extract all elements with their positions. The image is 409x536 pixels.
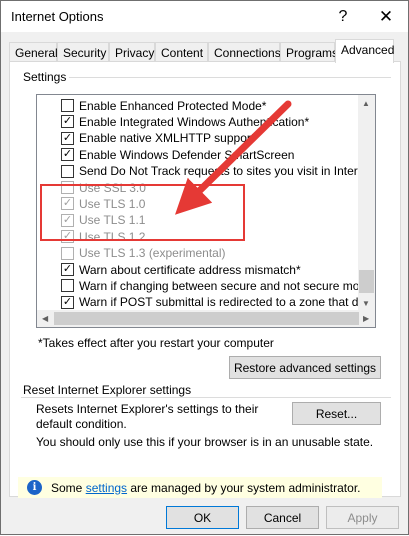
tab-programs[interactable]: Programs xyxy=(280,42,338,62)
setting-checkbox[interactable] xyxy=(61,99,74,112)
window-title: Internet Options xyxy=(11,9,104,24)
setting-label: Use TLS 1.1 xyxy=(79,213,146,228)
setting-label: Enable Integrated Windows Authentication… xyxy=(79,114,310,129)
infobar-suffix: are managed by your system administrator… xyxy=(127,480,361,495)
setting-checkbox[interactable]: ✓ xyxy=(61,115,74,129)
restore-advanced-settings-button[interactable]: Restore advanced settings xyxy=(229,356,381,379)
horizontal-scrollbar[interactable]: ◀ ▶ xyxy=(37,310,375,327)
setting-label: Warn if POST submittal is redirected to … xyxy=(79,295,376,310)
setting-row[interactable]: Enable Enhanced Protected Mode* xyxy=(61,97,266,114)
setting-label: Use SSL 3.0 xyxy=(79,180,146,195)
setting-label: Enable native XMLHTTP support xyxy=(79,131,255,146)
setting-checkbox[interactable] xyxy=(61,246,74,260)
tab-general[interactable]: General xyxy=(9,42,58,62)
setting-row[interactable]: Warn if changing between secure and not … xyxy=(61,277,373,294)
setting-checkbox[interactable] xyxy=(61,164,74,178)
setting-checkbox[interactable]: ✓ xyxy=(61,295,74,309)
setting-row[interactable]: Use SSL 3.0 xyxy=(61,179,146,196)
scroll-right-icon[interactable]: ▶ xyxy=(363,314,369,323)
vertical-scrollbar[interactable]: ▲ ▼ xyxy=(358,95,375,310)
setting-checkbox[interactable]: ✓ xyxy=(61,263,74,276)
info-icon: i xyxy=(27,480,42,495)
scroll-down-icon[interactable]: ▼ xyxy=(362,299,370,308)
setting-label: Warn about certificate address mismatch* xyxy=(79,262,301,277)
setting-row[interactable]: ✓ Enable Integrated Windows Authenticatio… xyxy=(61,113,309,130)
settings-group-label: Settings xyxy=(20,70,70,84)
internet-options-dialog: Internet Options ? ✕ General Security Pr… xyxy=(0,0,409,535)
title-bar: Internet Options ? ✕ xyxy=(1,1,408,32)
setting-label: Use TLS 1.2 xyxy=(79,229,146,244)
setting-checkbox[interactable] xyxy=(61,279,74,293)
horizontal-scroll-thumb[interactable] xyxy=(54,312,359,325)
setting-checkbox[interactable]: ✓ xyxy=(61,197,74,211)
infobar-prefix: Some xyxy=(51,480,86,495)
setting-row[interactable]: ✓ Use TLS 1.1 xyxy=(61,212,145,229)
tab-security[interactable]: Security xyxy=(57,42,109,62)
setting-checkbox[interactable]: ✓ xyxy=(61,213,74,227)
tab-privacy[interactable]: Privacy xyxy=(109,42,155,62)
setting-label: Use TLS 1.3 (experimental) xyxy=(79,246,226,261)
scroll-left-icon[interactable]: ◀ xyxy=(42,314,48,323)
reset-group-border xyxy=(21,397,391,398)
scroll-up-icon[interactable]: ▲ xyxy=(362,99,370,108)
managed-settings-infobar: i Some settings are managed by your syst… xyxy=(18,477,382,498)
setting-row[interactable]: Use TLS 1.3 (experimental) xyxy=(61,245,226,262)
setting-checkbox[interactable] xyxy=(61,181,74,194)
reset-group-label: Reset Internet Explorer settings xyxy=(20,383,195,397)
vertical-scroll-thumb[interactable] xyxy=(359,270,374,293)
settings-link[interactable]: settings xyxy=(86,481,127,495)
apply-button[interactable]: Apply xyxy=(326,506,399,529)
tab-advanced[interactable]: Advanced xyxy=(335,39,394,63)
setting-checkbox[interactable]: ✓ xyxy=(61,230,74,244)
reset-button[interactable]: Reset... xyxy=(292,402,381,425)
setting-row[interactable]: ✓ Use TLS 1.0 xyxy=(61,195,145,212)
tab-connections[interactable]: Connections xyxy=(208,42,281,62)
infobar-text: Some settings are managed by your system… xyxy=(51,481,360,495)
setting-label: Send Do Not Track requests to sites you … xyxy=(79,164,376,179)
setting-row[interactable]: ✓ Enable native XMLHTTP support xyxy=(61,130,254,147)
setting-checkbox[interactable]: ✓ xyxy=(61,131,74,145)
setting-label: Enable Enhanced Protected Mode* xyxy=(79,98,267,113)
restart-note: *Takes effect after you restart your com… xyxy=(38,336,274,350)
setting-row[interactable]: ✓ Warn if POST submittal is redirected to… xyxy=(61,294,376,311)
setting-row[interactable]: ✓ Enable Windows Defender SmartScreen xyxy=(61,146,294,163)
settings-list[interactable]: Enable Enhanced Protected Mode* ✓ Enable I… xyxy=(36,94,376,328)
close-button[interactable]: ✕ xyxy=(364,1,408,32)
help-button[interactable]: ? xyxy=(321,1,365,32)
cancel-button[interactable]: Cancel xyxy=(246,506,319,529)
setting-checkbox[interactable]: ✓ xyxy=(61,148,74,162)
ok-button[interactable]: OK xyxy=(166,506,239,529)
setting-label: Use TLS 1.0 xyxy=(79,196,146,211)
settings-group-border xyxy=(21,77,391,78)
reset-description: Resets Internet Explorer's settings to t… xyxy=(36,402,259,431)
setting-row[interactable]: ✓ Warn about certificate address mismatch… xyxy=(61,261,301,278)
setting-label: Warn if changing between secure and not … xyxy=(79,278,373,293)
setting-row[interactable]: ✓ Use TLS 1.2 xyxy=(61,228,145,245)
setting-label: Enable Windows Defender SmartScreen xyxy=(79,147,295,162)
reset-warning: You should only use this if your browser… xyxy=(36,435,374,449)
tab-content[interactable]: Content xyxy=(155,42,208,62)
setting-row[interactable]: Send Do Not Track requests to sites you … xyxy=(61,163,376,180)
